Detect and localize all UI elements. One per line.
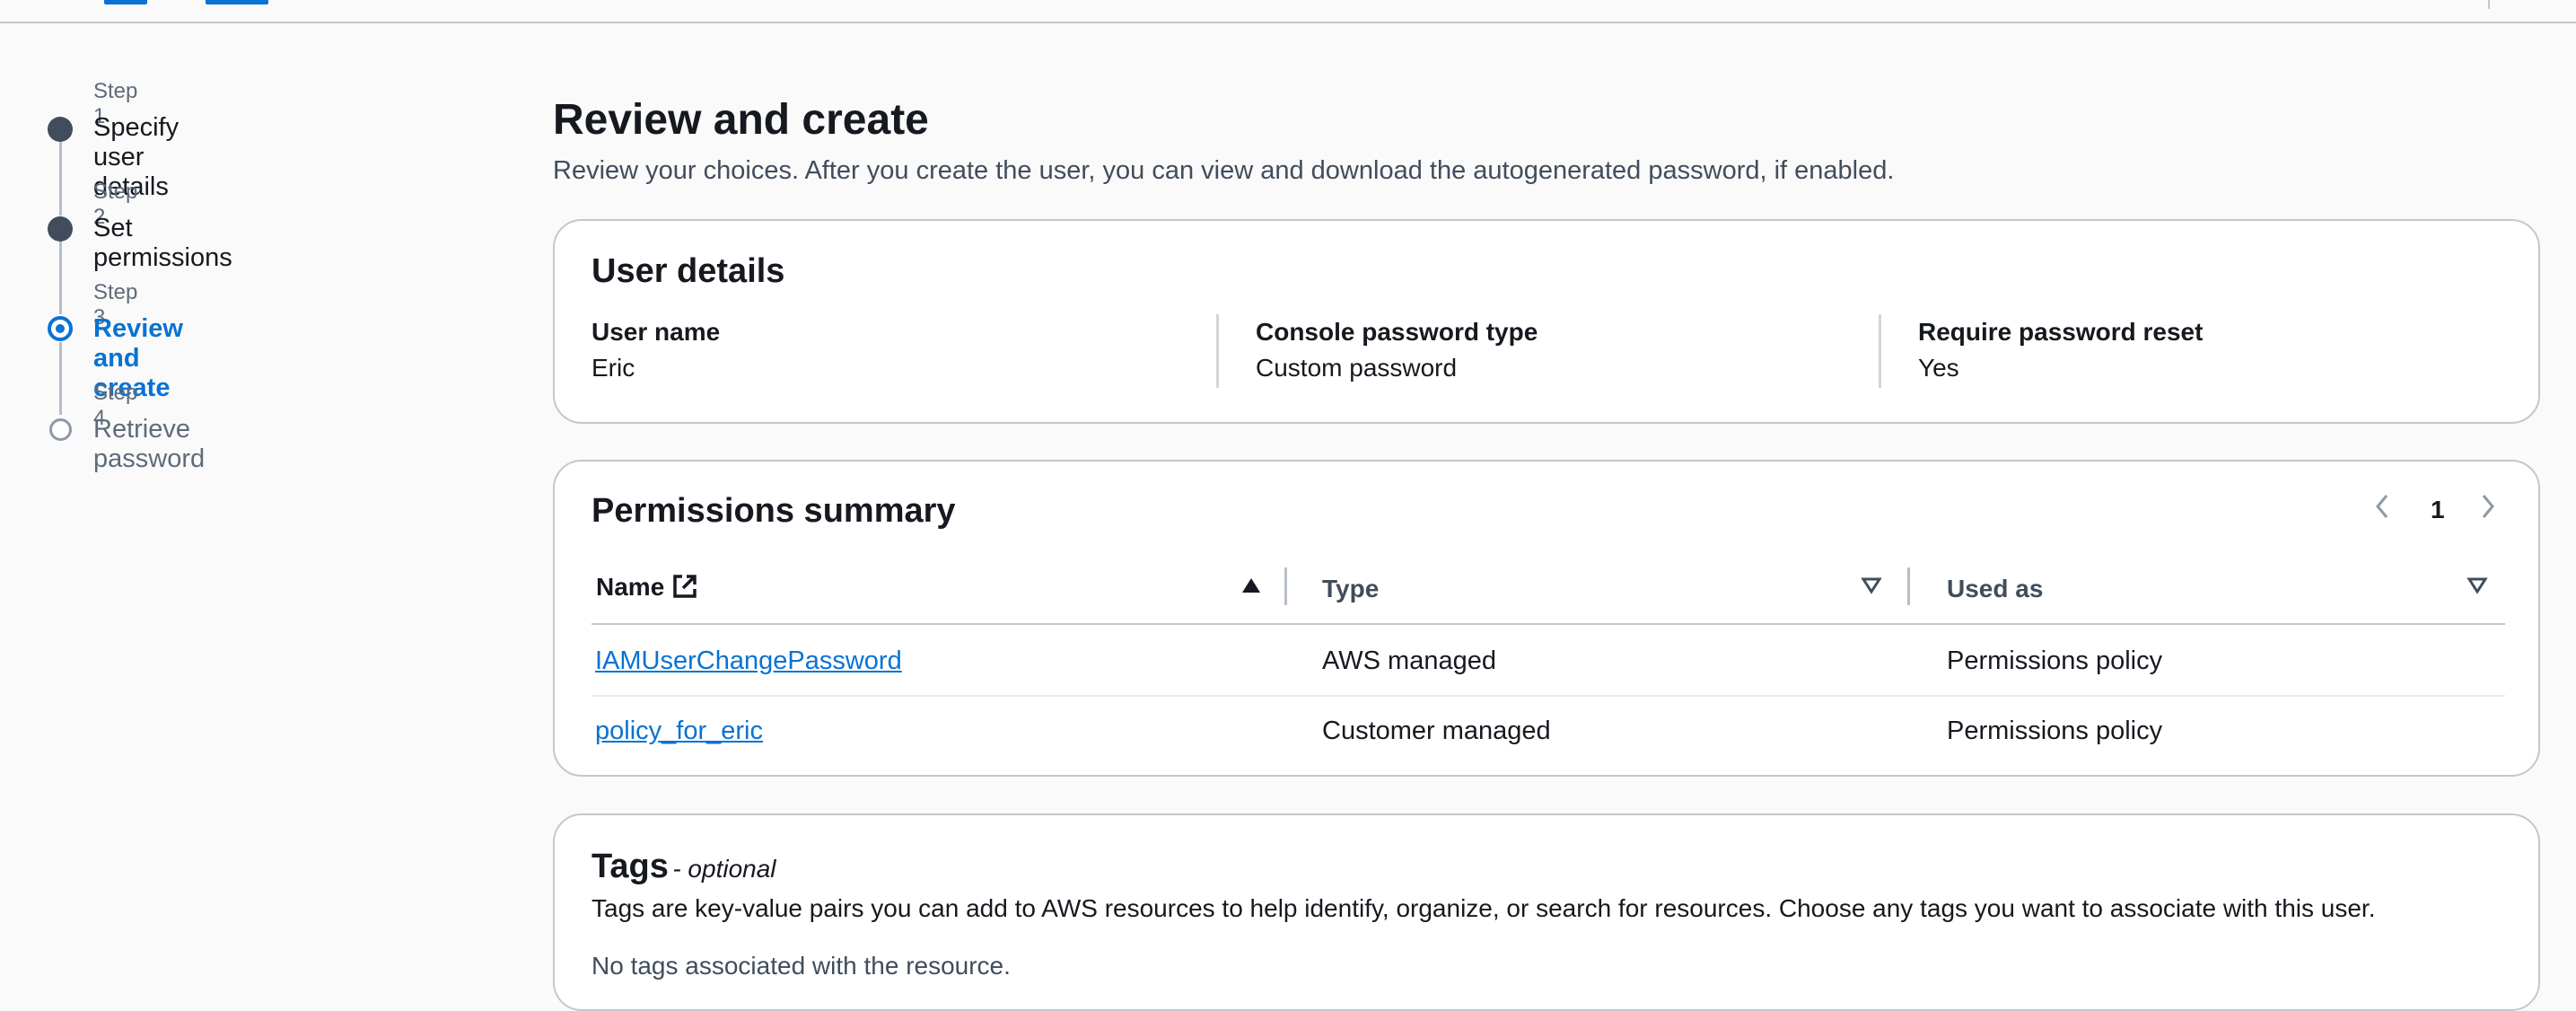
step-connector-line: [59, 229, 62, 314]
policy-used-as: Permissions policy: [1947, 716, 2163, 745]
row-divider: [591, 695, 2505, 697]
require-password-reset-value: Yes: [1918, 354, 1959, 382]
column-resize-handle[interactable]: [1907, 567, 1910, 605]
permissions-summary-heading: Permissions summary: [591, 492, 956, 530]
step-4-label: Retrieve password: [93, 415, 206, 473]
require-password-reset-key: Require password reset: [1918, 318, 2204, 346]
console-password-type-key: Console password type: [1256, 318, 1538, 346]
external-link-icon[interactable]: [671, 573, 698, 604]
user-name-key: User name: [591, 318, 721, 346]
page-number-1[interactable]: 1: [2431, 496, 2445, 524]
caret-up-filled-icon[interactable]: [1240, 576, 1262, 599]
column-header-name: Name: [596, 573, 665, 601]
user-details-heading: User details: [591, 252, 785, 290]
page-title: Review and create: [553, 96, 929, 144]
column-header-used-as: Used as: [1947, 575, 2044, 602]
tags-empty-message: No tags associated with the resource.: [591, 952, 1011, 980]
tags-description: Tags are key-value pairs you can add to …: [591, 894, 2376, 922]
top-nav-link-fragment[interactable]: [104, 0, 147, 4]
chevron-right-icon[interactable]: [2477, 488, 2499, 529]
top-nav-link-fragment[interactable]: [206, 0, 268, 4]
policy-type: AWS managed: [1322, 646, 1496, 675]
user-name-value: Eric: [591, 354, 635, 382]
permissions-summary-container: Permissions summary 1 Name Type Used as …: [553, 460, 2540, 777]
top-navigation-bar: [0, 0, 2576, 23]
policy-used-as: Permissions policy: [1947, 646, 2163, 675]
policy-link[interactable]: policy_for_eric: [595, 716, 763, 746]
chevron-left-icon[interactable]: [2371, 488, 2393, 529]
column-divider: [1879, 314, 1881, 388]
policy-type: Customer managed: [1322, 716, 1551, 745]
top-nav-divider: [2488, 0, 2490, 9]
tags-optional-label: - optional: [672, 855, 776, 883]
tags-title: Tags: [591, 848, 669, 885]
column-divider: [1216, 314, 1219, 388]
user-details-container: User details User name Eric Console pass…: [553, 219, 2540, 424]
step-connector-line: [59, 342, 62, 415]
tags-container: Tags - optional Tags are key-value pairs…: [553, 813, 2540, 1011]
step-2-link[interactable]: Set permissions: [93, 214, 232, 273]
step-3-current-indicator: [48, 316, 73, 341]
caret-down-icon[interactable]: [1861, 576, 1882, 599]
tags-heading: Tags - optional: [591, 848, 776, 886]
console-password-type-value: Custom password: [1256, 354, 1458, 382]
page-description: Review your choices. After you create th…: [553, 156, 1895, 185]
column-resize-handle[interactable]: [1284, 567, 1287, 605]
step-1-completed-indicator: [48, 117, 73, 142]
table-header-divider: [591, 623, 2505, 625]
step-2-completed-indicator: [48, 216, 73, 242]
policy-link[interactable]: IAMUserChangePassword: [595, 646, 902, 676]
caret-down-icon[interactable]: [2466, 576, 2488, 599]
step-4-upcoming-indicator: [49, 418, 72, 441]
column-header-type: Type: [1322, 575, 1380, 602]
